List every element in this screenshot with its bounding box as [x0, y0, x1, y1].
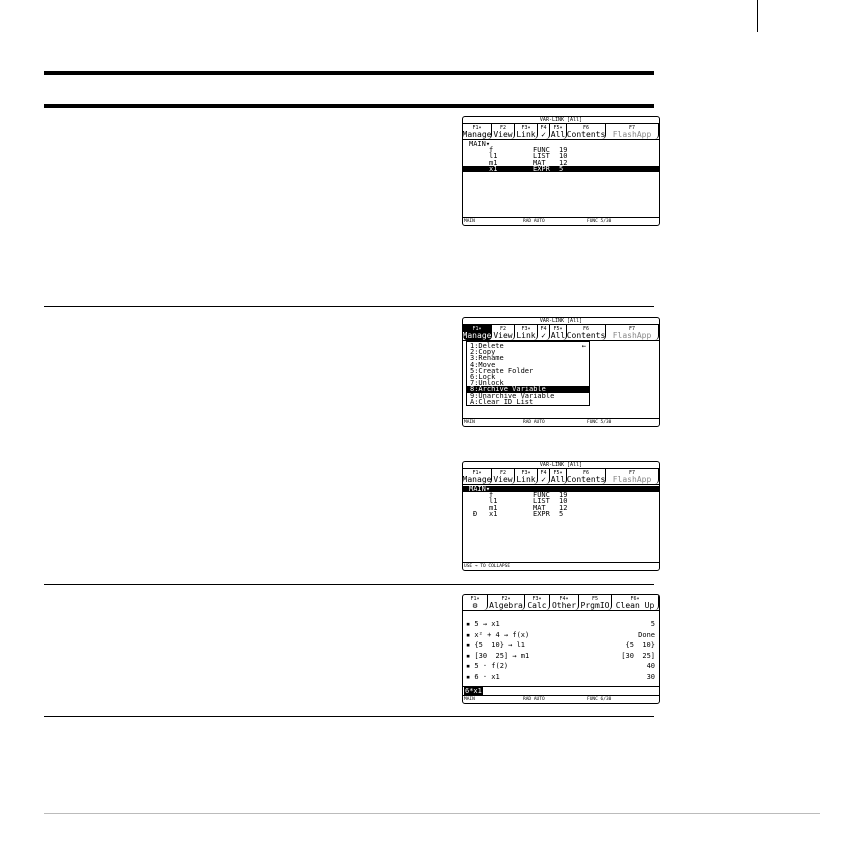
tab-all[interactable]: F5▾ All: [550, 469, 567, 484]
tab-all[interactable]: F5▾ All: [550, 325, 567, 340]
tab-flashapp[interactable]: F7 FlashApp: [606, 469, 659, 484]
tools-icon: ⚙: [472, 601, 478, 610]
tab-tools[interactable]: F1▾ ⚙: [463, 595, 488, 610]
history-entry[interactable]: ▪ 5 · f(2) 40: [463, 661, 659, 672]
menu-item-clear-id-list[interactable]: A:Clear ID List: [467, 398, 589, 405]
screen-title: VAR-LINK [All]: [463, 117, 659, 124]
section-divider-1: [44, 306, 654, 307]
var-row-x1-selected[interactable]: x1 EXPR 5: [463, 165, 659, 172]
tab-calc[interactable]: F3▾ Calc: [525, 595, 550, 610]
tab-manage[interactable]: F1▾ Manage: [463, 325, 492, 340]
screen-title: VAR-LINK [All]: [463, 462, 659, 469]
toolbar: F1▾ Manage F2 View F3▾ Link F4 ✓ F5▾ All F6 Co…: [463, 325, 659, 341]
header-rule-top: [44, 71, 654, 75]
screen-manage-menu: VAR-LINK [All] F1▾ Manage F2 View F3▾ Link …: [462, 317, 660, 427]
toolbar: F1▾ ⚙ F2▾ Algebra F3▾ Calc F4▾ Other F5 PrgmI…: [463, 595, 659, 611]
tab-manage[interactable]: F1▾ Manage: [463, 469, 492, 484]
section-divider-3: [44, 716, 654, 717]
tab-flashapp[interactable]: F7 FlashApp: [606, 124, 659, 139]
tab-manage[interactable]: F1▾ Manage: [463, 124, 492, 139]
tab-link[interactable]: F3▾ Link: [515, 325, 538, 340]
tab-view[interactable]: F2 View: [492, 325, 515, 340]
manage-dropdown-menu: 1:Delete ← 2:Copy 3:Rename 4:Move 5:Creat…: [466, 341, 590, 406]
history-entry[interactable]: ▪ [30 25] → m1 [30 25]: [463, 651, 659, 662]
entry-line[interactable]: 6*x1: [463, 686, 659, 695]
section-divider-2: [44, 584, 654, 585]
tab-view[interactable]: F2 View: [492, 469, 515, 484]
tab-check[interactable]: F4 ✓: [538, 325, 550, 340]
tab-other[interactable]: F4▾ Other: [550, 595, 579, 610]
tab-link[interactable]: F3▾ Link: [515, 469, 538, 484]
toolbar: F1▾ Manage F2 View F3▾ Link F4 ✓ F5▾ All F6 Co…: [463, 469, 659, 485]
history-entry[interactable]: ▪ 5 → x1 5: [463, 619, 659, 630]
tab-algebra[interactable]: F2▾ Algebra: [488, 595, 525, 610]
tab-flashapp[interactable]: F7 FlashApp: [606, 325, 659, 340]
history-area: ▪ 5 → x1 5 ▪ x² + 4 → f(x) Done ▪ {5 10} →…: [463, 611, 659, 682]
tab-check[interactable]: F4 ✓: [538, 124, 550, 139]
tab-contents[interactable]: F6 Contents: [567, 469, 606, 484]
tab-link[interactable]: F3▾ Link: [515, 124, 538, 139]
tab-all[interactable]: F5▾ All: [550, 124, 567, 139]
var-row-x1-archived[interactable]: Ðx1 EXPR 5: [463, 509, 659, 518]
status-bar: MAIN RAD AUTO FUNC 6/30: [463, 695, 659, 703]
header-rule-bottom: [44, 104, 654, 108]
entry-input[interactable]: 6*x1: [464, 687, 483, 695]
tab-check[interactable]: F4 ✓: [538, 469, 550, 484]
screen-title: VAR-LINK [All]: [463, 318, 659, 325]
screen-varlink-list: VAR-LINK [All] F1▾ Manage F2 View F3▾ Link …: [462, 116, 660, 226]
tab-clean-up[interactable]: F6▾ Clean Up: [612, 595, 659, 610]
archive-mark-icon: Ð: [473, 509, 478, 518]
toolbar: F1▾ Manage F2 View F3▾ Link F4 ✓ F5▾ All F6 Co…: [463, 124, 659, 140]
tab-prgmio[interactable]: F5 PrgmIO: [579, 595, 612, 610]
tab-view[interactable]: F2 View: [492, 124, 515, 139]
screen-home: F1▾ ⚙ F2▾ Algebra F3▾ Calc F4▾ Other F5 PrgmI…: [462, 594, 660, 704]
history-entry[interactable]: ▪ x² + 4 → f(x) Done: [463, 630, 659, 641]
history-entry[interactable]: ▪ 6 · x1 30: [463, 672, 659, 683]
status-bar: MAIN RAD AUTO FUNC 5/30: [463, 217, 659, 225]
tab-contents[interactable]: F6 Contents: [567, 124, 606, 139]
status-bar: USE → TO COLLAPSE: [463, 562, 659, 570]
footer-rule: [44, 813, 820, 814]
screen-varlink-archived: VAR-LINK [All] F1▾ Manage F2 View F3▾ Link …: [462, 461, 660, 571]
top-vertical-rule: [757, 0, 758, 32]
tab-contents[interactable]: F6 Contents: [567, 325, 606, 340]
history-entry[interactable]: ▪ {5 10} → l1 {5 10}: [463, 640, 659, 651]
status-bar: MAIN RAD AUTO FUNC 5/30: [463, 418, 659, 426]
